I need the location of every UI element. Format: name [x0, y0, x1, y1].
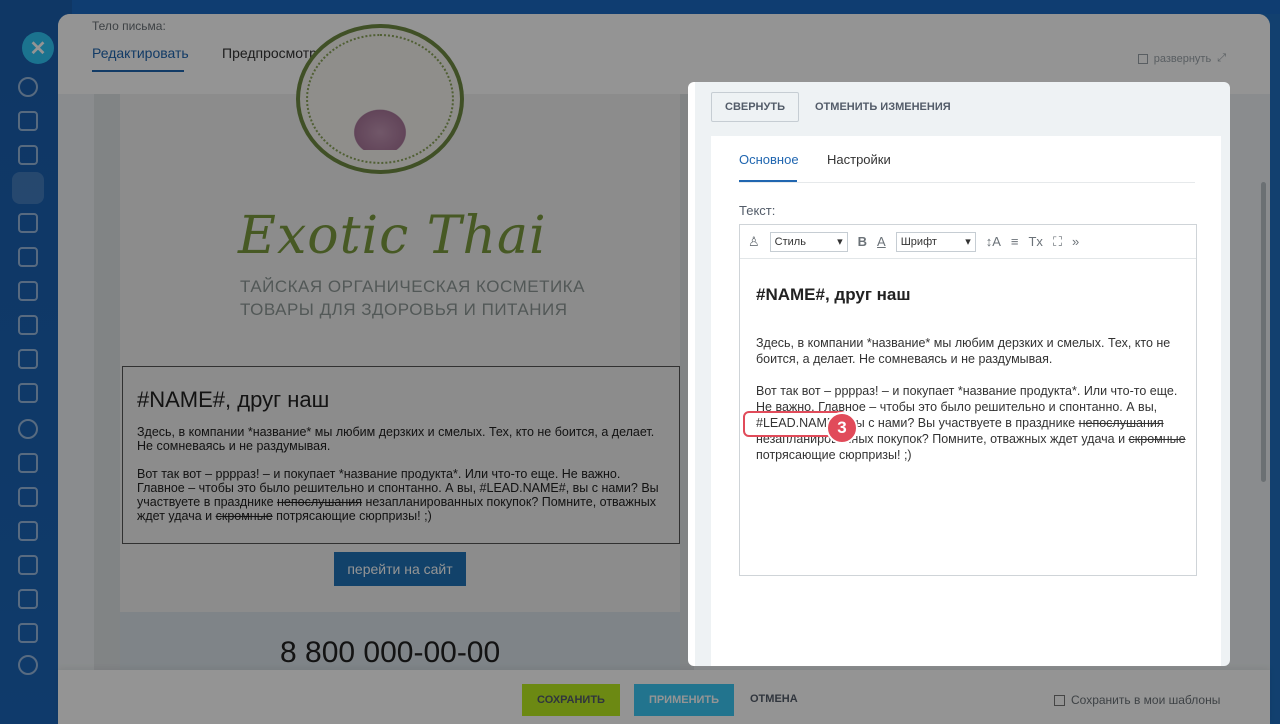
tab-settings[interactable]: Настройки — [827, 152, 891, 167]
style-select-label: Стиль — [774, 235, 806, 248]
step-badge: 3 — [826, 412, 858, 444]
editor-paragraph-2: Вот так вот – ррррaз! – и покупает *назв… — [743, 383, 1186, 463]
fullscreen-icon[interactable]: ⛶ — [1053, 234, 1062, 250]
editor-card: Основное Настройки Текст: ♙ Стиль ▾ B A Ш… — [711, 136, 1221, 666]
font-size-icon[interactable]: ↕A — [986, 234, 1001, 249]
block-editor-popup: СВЕРНУТЬ ОТМЕНИТЬ ИЗМЕНЕНИЯ Основное Нас… — [688, 82, 1230, 666]
bold-icon[interactable]: B — [858, 234, 867, 249]
chevron-down-icon: ▾ — [837, 236, 843, 248]
editor-content[interactable]: #NAME#, друг наш Здесь, в компании *назв… — [743, 285, 1186, 463]
revert-changes-button[interactable]: ОТМЕНИТЬ ИЗМЕНЕНИЯ — [815, 101, 951, 113]
editor-toolbar: ♙ Стиль ▾ B A Шрифт ▾ ↕A ≡ Tx ⛶ » — [740, 225, 1196, 259]
editor-paragraph-1: Здесь, в компании *название* мы любим де… — [756, 336, 1171, 366]
text-label: Текст: — [739, 203, 776, 218]
collapse-button[interactable]: СВЕРНУТЬ — [711, 92, 799, 122]
editor-p2-part-a: Вот так вот – ррррaз! – и покупает *назв… — [756, 384, 1178, 414]
tab-separator — [739, 182, 1195, 183]
tab-active-line — [739, 180, 797, 182]
align-icon[interactable]: ≡ — [1011, 234, 1019, 249]
editor-p2-part-b: , вы с нами? Вы участвуете в празднике — [842, 416, 1079, 430]
editor-p2-part-d: потрясающие сюрпризы! ;) — [756, 448, 912, 462]
font-select-label: Шрифт — [900, 235, 937, 248]
editor-heading: #NAME#, друг наш — [756, 285, 911, 304]
more-icon[interactable]: » — [1072, 234, 1079, 249]
style-select[interactable]: Стиль ▾ — [769, 231, 848, 252]
style-brush-icon[interactable]: ♙ — [748, 234, 760, 250]
tab-main[interactable]: Основное — [739, 152, 799, 167]
editor-p2-strike-2: скромные — [1128, 432, 1186, 446]
font-select[interactable]: Шрифт ▾ — [895, 231, 976, 252]
rich-text-editor[interactable]: ♙ Стиль ▾ B A Шрифт ▾ ↕A ≡ Tx ⛶ » #NAME#, … — [739, 224, 1197, 576]
clear-format-icon[interactable]: Tx — [1028, 234, 1042, 249]
chevron-down-icon: ▾ — [965, 236, 971, 248]
editor-p2-strike-1: непослушания — [1078, 416, 1164, 430]
text-color-icon[interactable]: A — [877, 234, 886, 249]
